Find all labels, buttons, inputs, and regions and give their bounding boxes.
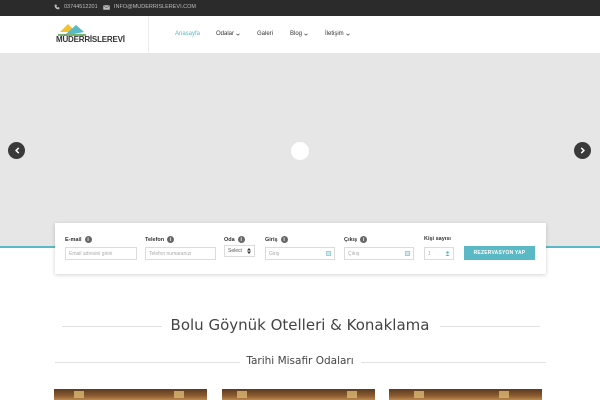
- checkin-field[interactable]: Giriş: [265, 247, 335, 260]
- checkin-label-text: Giriş: [265, 236, 278, 243]
- reservation-form: E-mail i Email adresini girini Telefon i…: [55, 223, 546, 274]
- topbar-phone[interactable]: 03744512201: [54, 4, 98, 10]
- room-label: Oda i: [224, 236, 245, 243]
- checkin-label: Giriş i: [265, 236, 288, 243]
- nav-item-label: İletişim: [325, 31, 344, 37]
- main-navbar: MÜDERRİSLEREVİ Anasayfa Odalar Galeri Bl…: [0, 16, 600, 54]
- nav-item-home[interactable]: Anasayfa: [175, 31, 200, 37]
- room-image[interactable]: [222, 389, 375, 400]
- info-icon[interactable]: i: [360, 236, 368, 243]
- chevron-down-icon: [345, 33, 350, 36]
- room-image-window: [414, 391, 424, 398]
- email-label: E-mail i: [65, 236, 92, 243]
- info-icon[interactable]: i: [84, 236, 92, 243]
- room-selected-value: Select: [228, 248, 242, 254]
- slider-loader: [291, 142, 309, 160]
- checkin-placeholder: Giriş: [269, 250, 280, 257]
- nav-divider: [148, 16, 149, 54]
- user-icon: [445, 251, 450, 256]
- checkout-placeholder: Çıkış: [348, 250, 360, 257]
- phone-placeholder: Telefon numaranızı: [149, 250, 192, 257]
- room-image[interactable]: [389, 389, 542, 400]
- nav-item-label: Anasayfa: [175, 31, 201, 37]
- room-image-window: [499, 391, 509, 398]
- guests-value: 1: [428, 250, 431, 257]
- hero-slider: [0, 54, 600, 248]
- topbar-phone-text: 03744512201: [64, 4, 98, 10]
- checkout-label: Çıkış i: [344, 236, 368, 243]
- phone-field[interactable]: Telefon numaranızı: [145, 247, 216, 260]
- topbar-email-text: INFO@MUDERRISLEREVI.COM: [114, 4, 196, 10]
- nav-item-contact[interactable]: İletişim: [325, 31, 350, 37]
- calendar-icon[interactable]: [326, 251, 331, 256]
- top-bar: 03744512201 INFO@MUDERRISLEREVI.COM: [0, 0, 600, 16]
- room-select[interactable]: Select: [224, 245, 255, 257]
- room-image-window: [347, 391, 357, 398]
- nav-item-rooms[interactable]: Odalar: [216, 31, 240, 37]
- logo-mark-icon: [58, 24, 86, 36]
- room-image-window: [237, 391, 247, 398]
- subtitle-divider-right: [361, 362, 546, 363]
- room-label-text: Oda: [224, 236, 235, 243]
- nav-item-gallery[interactable]: Galeri: [257, 31, 273, 37]
- phone-label-text: Telefon: [145, 236, 165, 243]
- topbar-email[interactable]: INFO@MUDERRISLEREVI.COM: [103, 4, 196, 10]
- nav-item-label: Blog: [290, 31, 303, 37]
- slider-next-button[interactable]: [574, 142, 591, 159]
- section-subtitle: Tarihi Misafir Odaları: [246, 355, 354, 367]
- room-image-window: [74, 391, 84, 398]
- room-image-window: [174, 391, 184, 398]
- logo-text: MÜDERRİSLEREVİ: [56, 35, 125, 44]
- chevron-down-icon: [236, 33, 240, 36]
- calendar-icon[interactable]: [405, 251, 410, 256]
- guests-label-text: Kişi sayısı: [424, 236, 451, 242]
- page-title: Bolu Göynük Otelleri & Konaklama: [170, 316, 430, 334]
- nav-item-label: Odalar: [216, 31, 235, 37]
- phone-label: Telefon i: [145, 236, 175, 243]
- chevron-down-icon: [304, 33, 308, 36]
- slider-prev-button[interactable]: [8, 142, 25, 159]
- reservation-submit-button[interactable]: REZERVASYON YAP: [464, 246, 535, 260]
- nav-item-blog[interactable]: Blog: [290, 31, 308, 37]
- envelope-icon: [103, 4, 110, 10]
- info-icon[interactable]: i: [167, 236, 175, 243]
- room-image[interactable]: [54, 389, 207, 400]
- info-icon[interactable]: i: [280, 236, 288, 243]
- phone-icon: [54, 4, 60, 10]
- checkout-label-text: Çıkış: [344, 236, 358, 243]
- chevron-left-icon: [14, 147, 19, 154]
- site-logo[interactable]: MÜDERRİSLEREVİ: [56, 22, 136, 48]
- guests-label: Kişi sayısı: [424, 236, 451, 242]
- email-field[interactable]: Email adresini girini: [65, 247, 137, 260]
- email-placeholder: Email adresini girini: [69, 250, 113, 257]
- nav-item-label: Galeri: [257, 31, 274, 37]
- info-icon[interactable]: i: [237, 236, 245, 243]
- guests-field[interactable]: 1: [424, 247, 454, 260]
- chevron-right-icon: [580, 147, 585, 154]
- select-arrows-icon: [247, 248, 251, 254]
- email-label-text: E-mail: [65, 236, 82, 243]
- title-divider-right: [440, 326, 540, 327]
- checkout-field[interactable]: Çıkış: [344, 247, 414, 260]
